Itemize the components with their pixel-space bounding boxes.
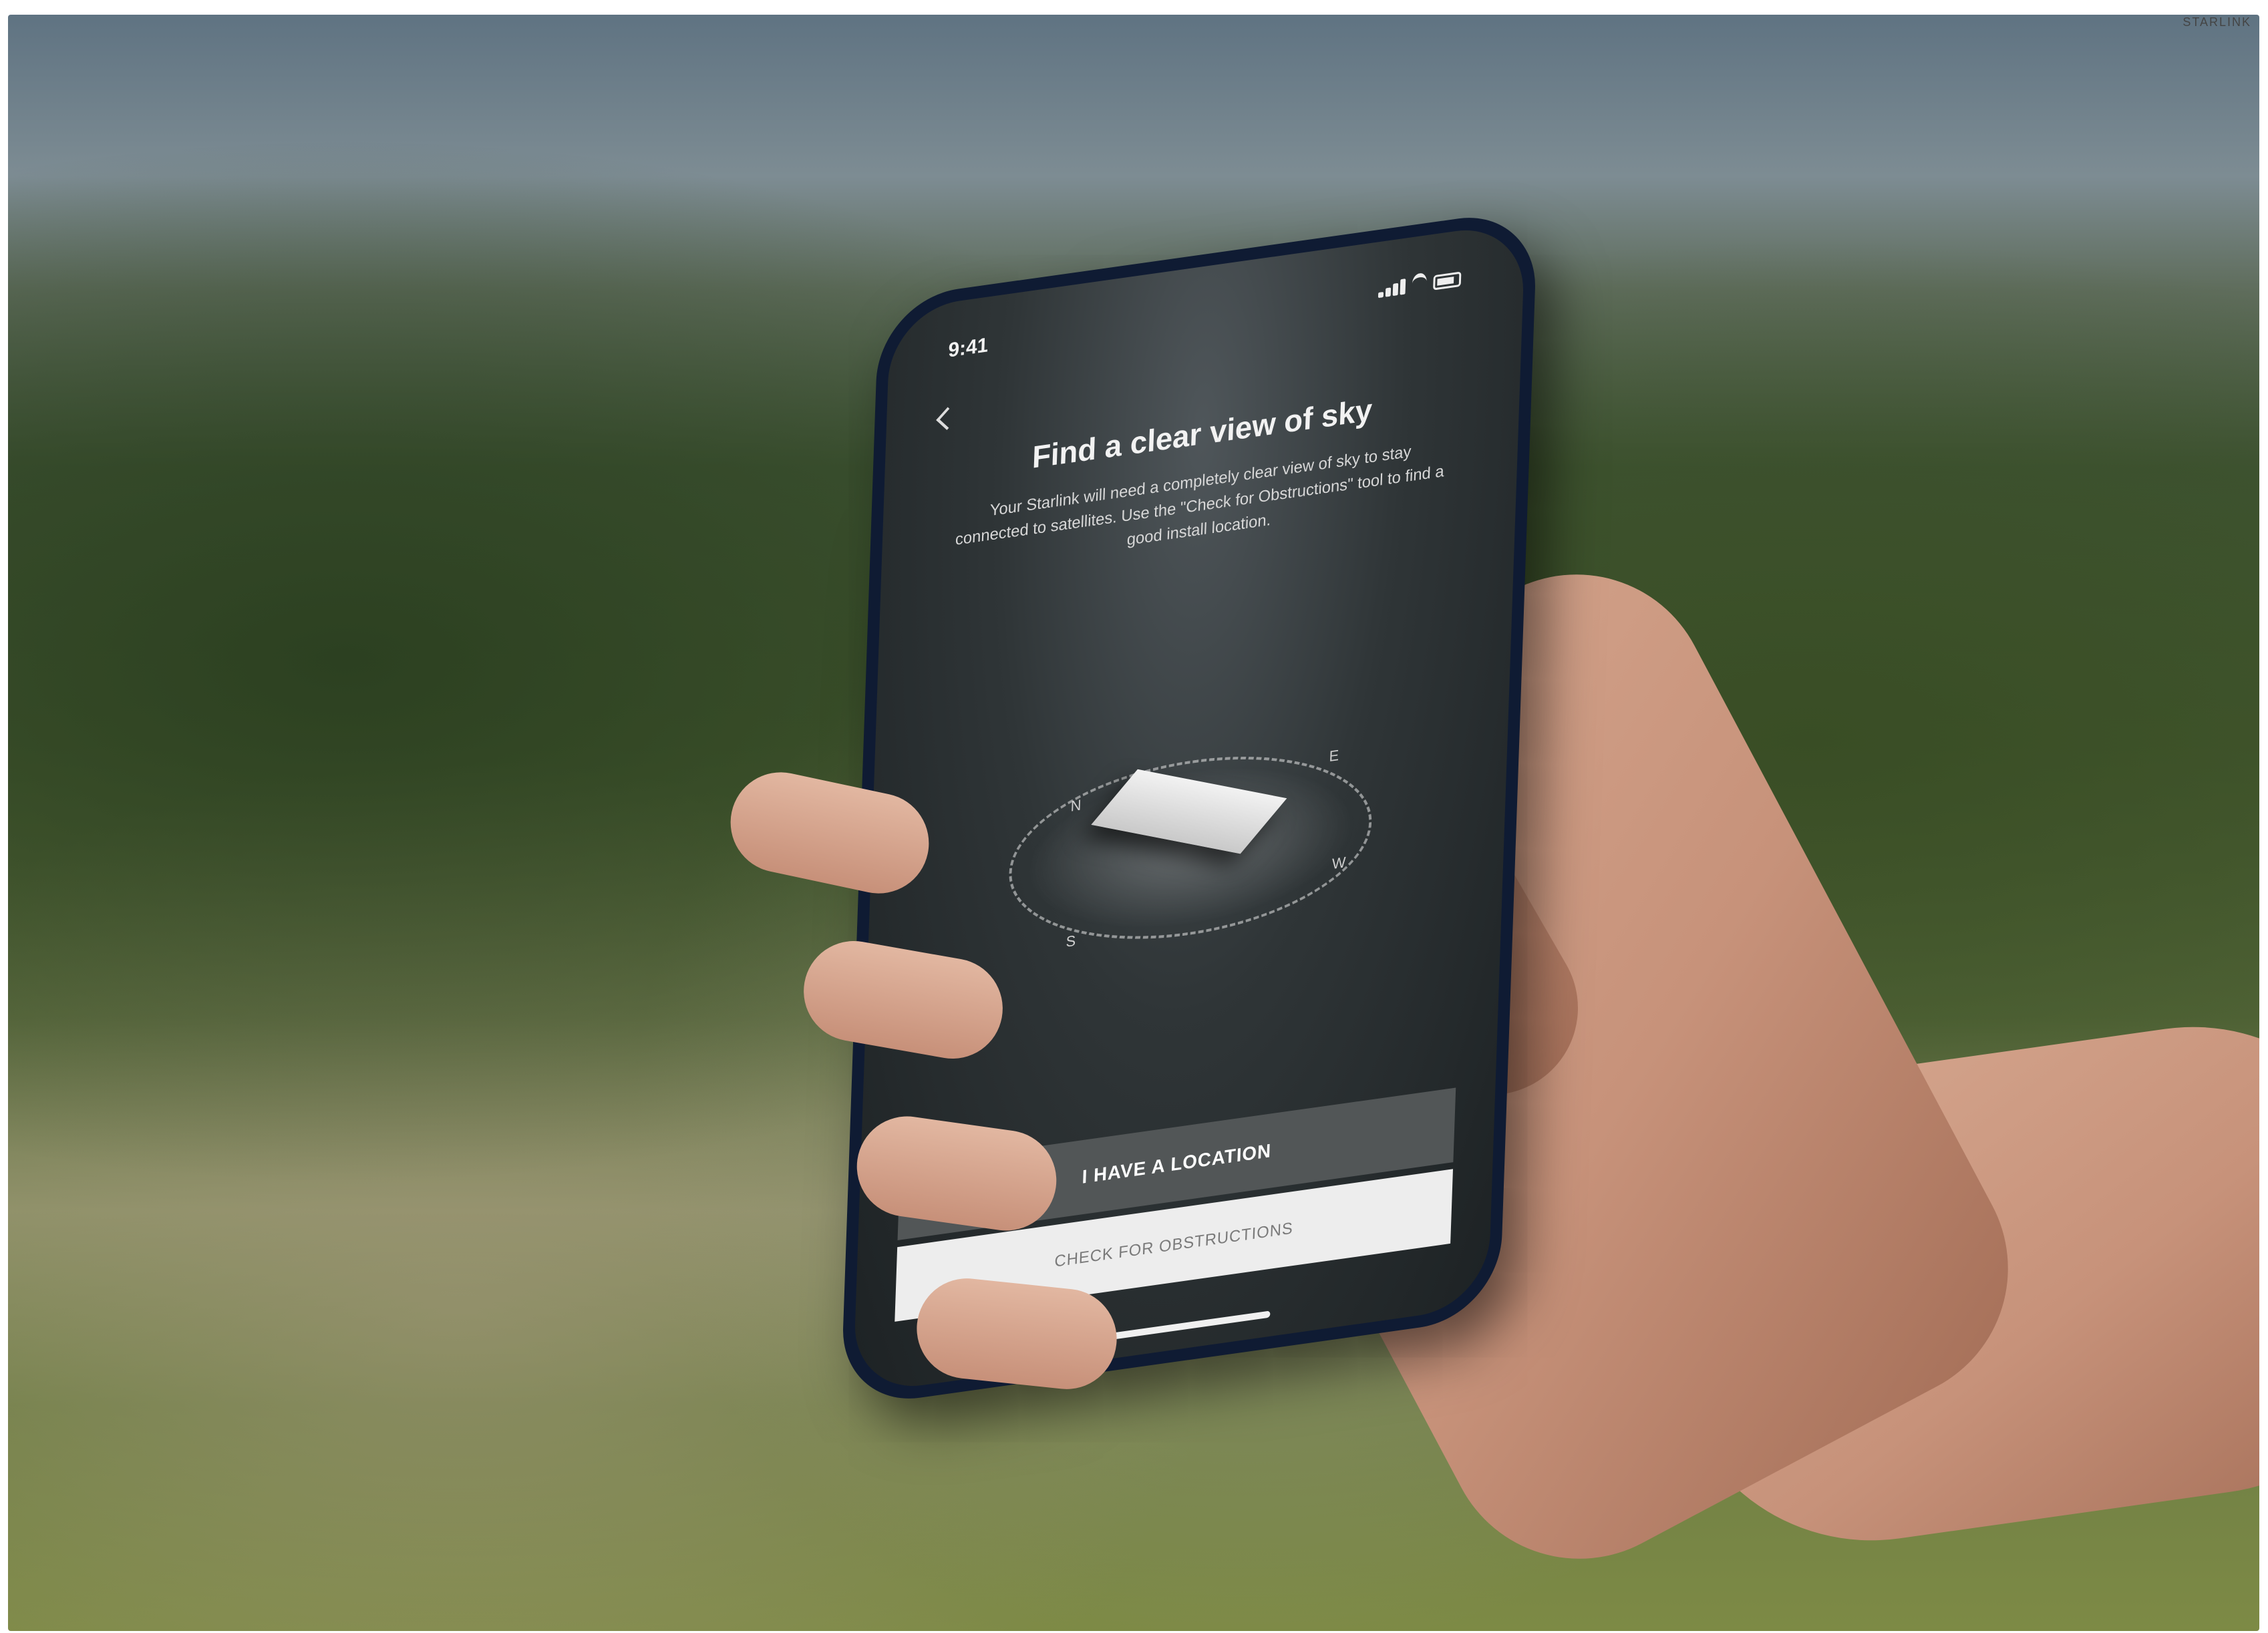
signal-icon	[1378, 279, 1406, 299]
photo-background: STARLINK 9:41 Find a clear view of sky Y…	[8, 15, 2259, 1631]
battery-icon	[1433, 271, 1462, 291]
compass-ring	[1005, 735, 1375, 961]
status-icons	[1378, 267, 1462, 299]
status-time: 9:41	[948, 333, 989, 362]
compass-label-south: S	[1066, 932, 1076, 950]
compass-label-west: W	[1331, 853, 1346, 873]
smartphone: 9:41 Find a clear view of sky Your Starl…	[840, 207, 1538, 1409]
compass-label-east: E	[1329, 746, 1339, 765]
wifi-icon	[1412, 272, 1428, 294]
back-arrow-icon[interactable]	[936, 407, 959, 430]
compass-label-north: N	[1070, 796, 1082, 815]
corner-label: STARLINK	[2182, 15, 2251, 29]
